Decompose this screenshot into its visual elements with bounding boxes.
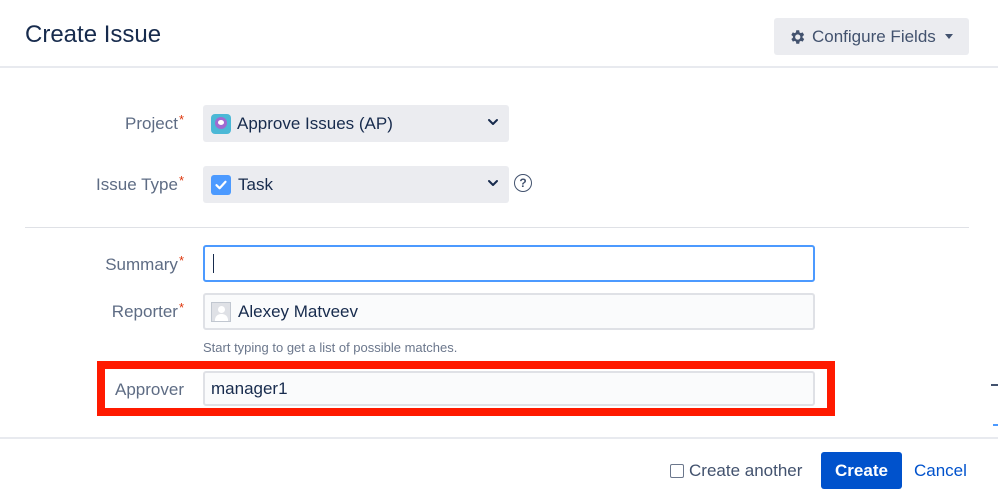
create-another-option[interactable]: Create another (670, 461, 802, 481)
summary-input[interactable] (203, 245, 815, 282)
reporter-label-text: Reporter (111, 302, 178, 321)
required-marker: * (178, 173, 184, 188)
project-label-text: Project (125, 114, 178, 133)
approver-field[interactable]: manager1 (203, 371, 815, 406)
edge-mark (993, 424, 998, 426)
required-marker: * (178, 253, 184, 268)
project-label: Project* (125, 112, 184, 134)
approver-label-text: Approver (115, 380, 184, 399)
issue-type-value: Task (238, 174, 273, 194)
divider (25, 227, 969, 228)
dialog-header: Create Issue Configure Fields (0, 0, 998, 68)
caret-down-icon (944, 34, 953, 39)
text-cursor (213, 254, 214, 273)
configure-fields-button[interactable]: Configure Fields (774, 18, 969, 55)
help-icon[interactable]: ? (514, 174, 532, 192)
required-marker: * (178, 112, 184, 127)
reporter-value: Alexey Matveev (238, 301, 358, 321)
reporter-hint: Start typing to get a list of possible m… (203, 340, 458, 355)
chevron-down-icon (488, 119, 498, 125)
chevron-down-icon (488, 180, 498, 186)
create-issue-dialog: Create Issue Configure Fields Project* A… (0, 0, 998, 498)
project-avatar-icon (211, 113, 231, 134)
user-avatar-icon (211, 301, 231, 322)
project-value: Approve Issues (AP) (237, 113, 393, 133)
gear-icon (791, 29, 805, 44)
cancel-button[interactable]: Cancel (914, 461, 967, 481)
edge-mark (991, 384, 998, 386)
summary-label-text: Summary (105, 255, 178, 274)
task-checkbox-icon (211, 174, 231, 195)
issue-type-label-text: Issue Type (96, 175, 178, 194)
summary-label: Summary* (105, 253, 184, 275)
create-another-checkbox[interactable] (670, 464, 684, 478)
issue-type-label: Issue Type* (96, 173, 184, 195)
reporter-field[interactable]: Alexey Matveev (203, 293, 815, 330)
reporter-label: Reporter* (111, 300, 184, 322)
project-select[interactable]: Approve Issues (AP) (203, 105, 509, 142)
create-button[interactable]: Create (821, 452, 902, 489)
required-marker: * (178, 300, 184, 315)
approver-value: manager1 (211, 378, 288, 398)
approver-label: Approver (115, 380, 184, 400)
create-another-label: Create another (689, 461, 803, 480)
issue-type-select[interactable]: Task (203, 166, 509, 203)
configure-fields-label: Configure Fields (812, 26, 936, 46)
dialog-title: Create Issue (25, 21, 162, 48)
